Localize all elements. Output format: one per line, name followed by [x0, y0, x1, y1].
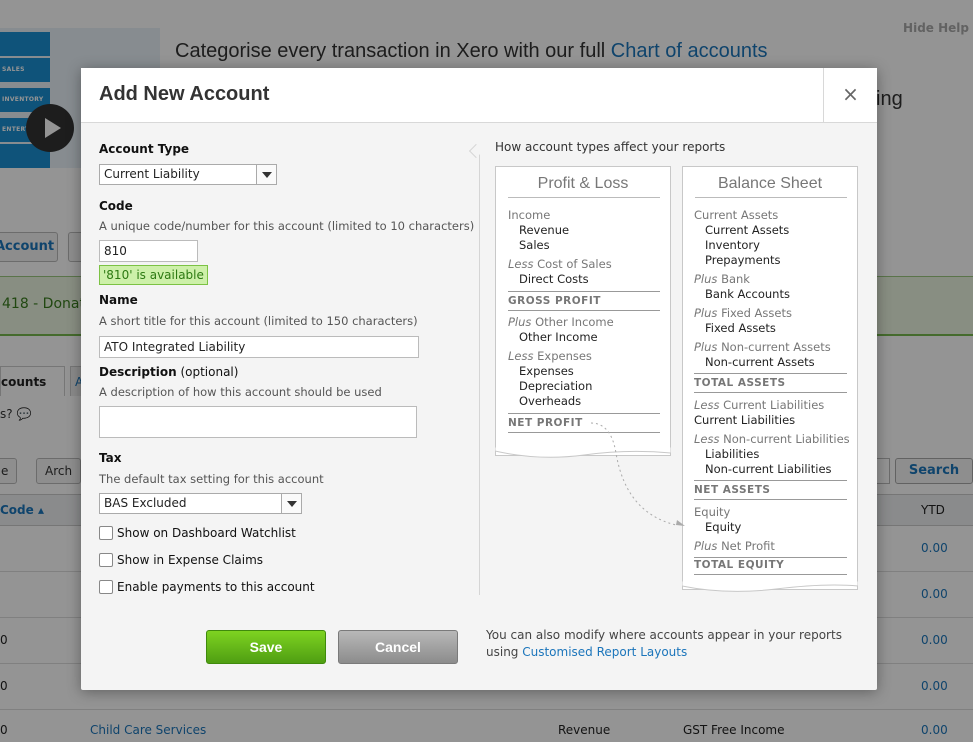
- close-icon[interactable]: ×: [823, 68, 877, 123]
- net-profit-flow-arrow-icon: [590, 422, 685, 526]
- enable-payments-checkbox[interactable]: Enable payments to this account: [99, 580, 315, 594]
- profit-loss-heading: Profit & Loss: [537, 175, 629, 192]
- chevron-down-icon[interactable]: [281, 494, 301, 513]
- pl-other-income-item: Other Income: [519, 330, 598, 344]
- name-label: Name: [99, 293, 138, 307]
- bs-current-assets: Current Assets: [694, 208, 779, 222]
- name-hint: A short title for this account (limited …: [99, 314, 418, 328]
- torn-edge: [682, 581, 858, 592]
- tax-select[interactable]: BAS Excluded: [99, 493, 302, 514]
- add-account-modal: Add New Account × Account Type Current L…: [81, 68, 877, 690]
- divider-pointer: [468, 143, 484, 159]
- bs-net-profit: Plus Net Profit: [694, 539, 775, 553]
- pl-gross-profit: GROSS PROFIT: [508, 295, 601, 307]
- pl-overheads: Overheads: [519, 394, 582, 408]
- rule: [694, 557, 847, 558]
- chevron-down-icon[interactable]: [256, 165, 276, 184]
- customised-report-layouts-link[interactable]: Customised Report Layouts: [522, 645, 687, 659]
- pl-cost-of-sales: Less Cost of Sales: [508, 257, 612, 271]
- bs-total-assets: TOTAL ASSETS: [694, 377, 786, 389]
- footer-note-text: You can also modify where accounts appea…: [486, 628, 842, 642]
- bs-current-assets-item: Current Assets: [705, 223, 790, 237]
- bs-liabilities: Liabilities: [705, 447, 760, 461]
- bs-non-current-liabilities: Less Non-current Liabilities: [694, 432, 850, 446]
- footer-note: You can also modify where accounts appea…: [486, 627, 842, 661]
- modal-title: Add New Account: [99, 83, 270, 105]
- pl-expenses-item: Expenses: [519, 364, 574, 378]
- bs-net-assets: NET ASSETS: [694, 484, 771, 496]
- modal-header: Add New Account ×: [81, 68, 877, 123]
- rule: [694, 574, 847, 575]
- bs-non-current-assets-item: Non-current Assets: [705, 355, 815, 369]
- panel-divider: [479, 150, 480, 595]
- pl-sales: Sales: [519, 238, 550, 252]
- code-available-badge: '810' is available: [99, 265, 208, 285]
- rule: [694, 480, 847, 481]
- pl-other-income: Plus Other Income: [508, 315, 614, 329]
- dashboard-watchlist-checkbox[interactable]: Show on Dashboard Watchlist: [99, 526, 296, 540]
- account-type-value: Current Liability: [104, 167, 200, 181]
- balance-sheet: Balance Sheet Current Assets Current Ass…: [682, 166, 858, 592]
- code-label: Code: [99, 199, 133, 213]
- code-hint: A unique code/number for this account (l…: [99, 219, 475, 233]
- rule: [694, 392, 847, 393]
- bs-bank-accounts: Bank Accounts: [705, 287, 790, 301]
- pl-direct-costs: Direct Costs: [519, 272, 589, 286]
- bs-current-liabilities-item: Current Liabilities: [694, 413, 796, 427]
- bs-fixed-assets-item: Fixed Assets: [705, 321, 776, 335]
- rule: [694, 373, 847, 374]
- description-textarea[interactable]: [99, 406, 417, 438]
- checkbox-icon[interactable]: [99, 553, 113, 567]
- rule: [694, 499, 847, 500]
- bs-inventory: Inventory: [705, 238, 760, 252]
- heading-rule: [508, 197, 660, 198]
- balance-sheet-heading: Balance Sheet: [717, 175, 823, 192]
- rule: [508, 291, 660, 292]
- cancel-button[interactable]: Cancel: [338, 630, 458, 664]
- pl-revenue: Revenue: [519, 223, 570, 237]
- bs-equity-item: Equity: [705, 520, 742, 534]
- bs-non-current-liabilities-item: Non-current Liabilities: [705, 462, 832, 476]
- account-type-label: Account Type: [99, 142, 190, 156]
- pl-income: Income: [508, 208, 551, 222]
- tax-value: BAS Excluded: [104, 496, 187, 510]
- rule: [508, 310, 660, 311]
- expense-claims-checkbox[interactable]: Show in Expense Claims: [99, 553, 263, 567]
- bs-total-equity: TOTAL EQUITY: [694, 559, 785, 571]
- name-input[interactable]: ATO Integrated Liability: [99, 336, 419, 358]
- code-input[interactable]: 810: [99, 240, 198, 262]
- description-hint: A description of how this account should…: [99, 385, 382, 399]
- bs-current-liabilities: Less Current Liabilities: [694, 398, 825, 412]
- bs-non-current-assets: Plus Non-current Assets: [694, 340, 831, 354]
- footer-using: using: [486, 645, 523, 659]
- bs-fixed-assets: Plus Fixed Assets: [694, 306, 792, 320]
- bs-bank: Plus Bank: [694, 272, 750, 286]
- pl-net-profit: NET PROFIT: [508, 417, 583, 429]
- pl-expenses: Less Expenses: [508, 349, 592, 363]
- checkbox-icon[interactable]: [99, 526, 113, 540]
- bs-prepayments: Prepayments: [705, 253, 781, 267]
- description-label: Description (optional): [99, 365, 239, 379]
- tax-label: Tax: [99, 451, 122, 465]
- tax-hint: The default tax setting for this account: [99, 472, 324, 486]
- checkbox-icon[interactable]: [99, 580, 113, 594]
- account-type-select[interactable]: Current Liability: [99, 164, 277, 185]
- reports-title: How account types affect your reports: [495, 140, 726, 154]
- save-button[interactable]: Save: [206, 630, 326, 664]
- pl-depreciation: Depreciation: [519, 379, 593, 393]
- heading-rule: [695, 197, 847, 198]
